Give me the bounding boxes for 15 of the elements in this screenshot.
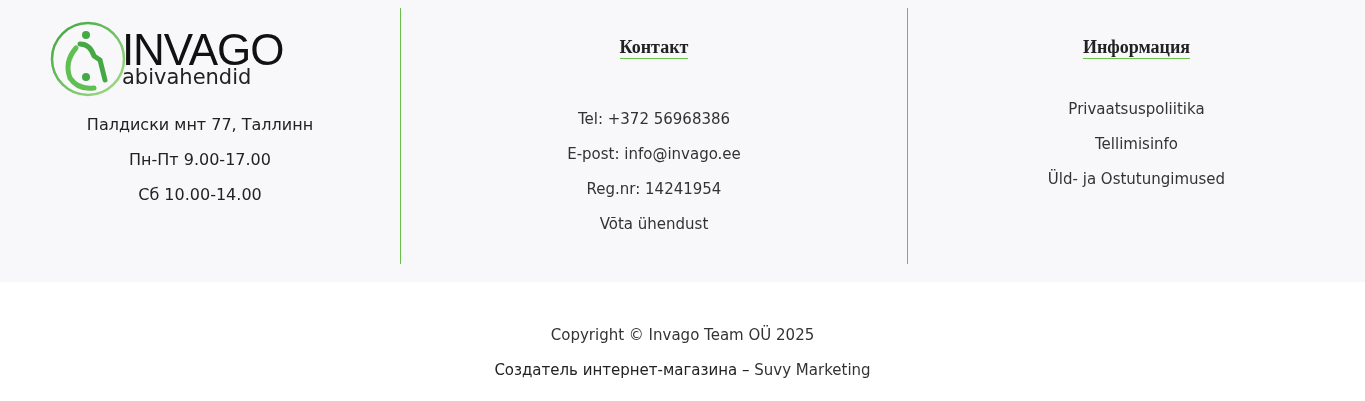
contact-link[interactable]: Võta ühendust bbox=[599, 214, 709, 235]
contact-link[interactable]: Tel: +372 56968386 bbox=[577, 109, 731, 130]
address-line: Пн-Пт 9.00-17.00 bbox=[129, 149, 271, 170]
column-heading: Контакт bbox=[619, 36, 689, 59]
copyright-text: Copyright © Invago Team OÜ 2025 bbox=[550, 325, 815, 346]
info-link[interactable]: Üld- ja Ostutungimused bbox=[1047, 169, 1226, 190]
info-link[interactable]: Privaatsuspoliitika bbox=[1068, 99, 1205, 120]
address-line: Палдиски мнт 77, Таллинн bbox=[86, 114, 314, 135]
address-line: Сб 10.00-14.00 bbox=[138, 184, 262, 205]
column-heading: Информация bbox=[1082, 36, 1191, 59]
contact-link[interactable]: E-post: info@invago.ee bbox=[567, 144, 741, 165]
credit-text: Создатель интернет-магазина – Suvy Marketing bbox=[494, 360, 871, 381]
info-link[interactable]: Tellimisinfo bbox=[1094, 134, 1179, 155]
credit-link[interactable]: Suvy Marketing bbox=[754, 361, 871, 379]
contact-link[interactable]: Reg.nr: 14241954 bbox=[586, 179, 722, 200]
